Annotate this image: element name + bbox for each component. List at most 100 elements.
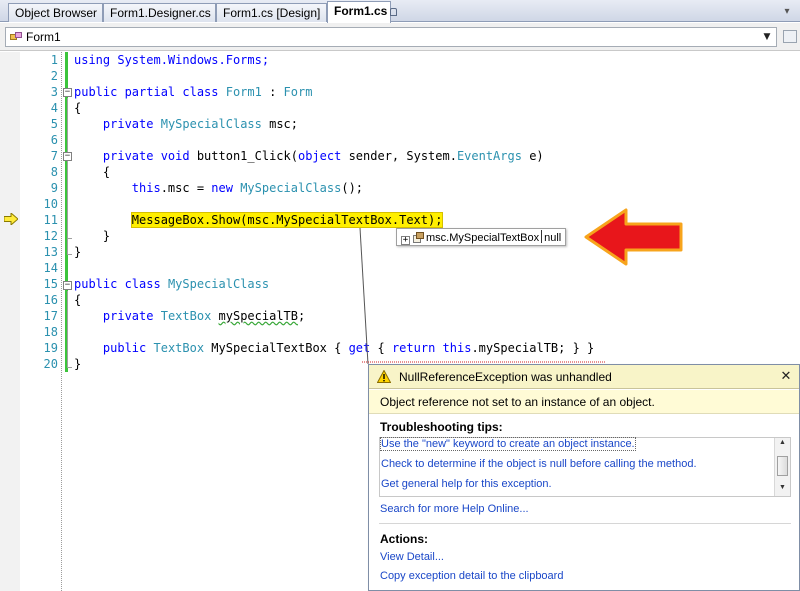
code-text: button1_Click(	[189, 149, 298, 163]
line-number: 9	[50, 181, 58, 195]
code-text: .mySpecialTB; } }	[471, 341, 595, 355]
code-line[interactable]: }	[74, 244, 81, 260]
view-detail-link[interactable]: View Detail...	[380, 551, 444, 563]
tab-form1-designer-cs[interactable]: Form1.Designer.cs	[103, 3, 216, 22]
close-icon[interactable]: ✕	[779, 368, 793, 384]
code-text: ();	[341, 181, 364, 195]
line-number: 19	[43, 341, 58, 355]
line-number: 7	[50, 149, 58, 163]
code-text: }	[74, 357, 82, 371]
divider	[379, 523, 791, 524]
split-window-icon[interactable]	[783, 30, 797, 43]
tip-link[interactable]: Get general help for this exception.	[381, 478, 552, 490]
tab-dropdown-icon[interactable]: ▾	[780, 5, 794, 18]
tip-link[interactable]: Use the "new" keyword to create an objec…	[380, 437, 636, 451]
code-type: Form	[283, 85, 313, 99]
code-keyword: private	[102, 309, 154, 323]
pin-icon[interactable]	[390, 8, 398, 16]
code-type: TextBox	[160, 309, 212, 323]
code-type: Form1	[225, 85, 262, 99]
line-number: 3	[50, 85, 58, 99]
code-text: {	[74, 101, 82, 115]
tab-object-browser[interactable]: Object Browser	[8, 3, 103, 22]
actions-heading: Actions:	[380, 532, 428, 546]
expand-icon[interactable]: +	[401, 236, 410, 245]
member-combo[interactable]: Form1 ▼	[5, 27, 777, 47]
line-number: 17	[43, 309, 58, 323]
troubleshooting-tips-list: Use the "new" keyword to create an objec…	[379, 437, 791, 497]
code-warning-text: mySpecialTB	[218, 309, 299, 323]
chevron-down-icon[interactable]: ▼	[760, 29, 774, 45]
code-text: .msc =	[160, 181, 212, 195]
class-icon	[10, 32, 22, 40]
code-text: {	[370, 341, 392, 355]
code-line[interactable]: public partial class Form1 : Form	[74, 84, 312, 100]
line-number: 5	[50, 117, 58, 131]
line-number: 11	[43, 213, 58, 227]
code-line[interactable]: private MySpecialClass msc;	[74, 116, 298, 132]
line-number: 15	[43, 277, 58, 291]
tab-form1-cs[interactable]: Form1.cs	[327, 1, 398, 23]
exception-assistant: NullReferenceException was unhandled ✕ O…	[368, 364, 800, 591]
scroll-thumb[interactable]	[777, 456, 788, 476]
current-statement-highlight: MessageBox.Show(msc.MySpecialTextBox.Tex…	[130, 212, 444, 228]
document-tab-strip: Object Browser Form1.Designer.cs Form1.c…	[0, 0, 800, 23]
line-number: 13	[43, 245, 58, 259]
code-text: }	[74, 245, 82, 259]
line-number: 4	[50, 101, 58, 115]
member-combo-value: Form1	[26, 30, 61, 44]
datatip[interactable]: + msc.MySpecialTextBox null	[396, 228, 567, 246]
code-keyword: return	[391, 341, 436, 355]
code-text: sender, System.	[341, 149, 457, 163]
line-number: 8	[50, 165, 58, 179]
warning-icon	[377, 370, 391, 383]
code-line[interactable]: {	[74, 100, 81, 116]
code-line[interactable]: public class MySpecialClass	[74, 276, 269, 292]
code-line[interactable]: private TextBox mySpecialTB;	[74, 308, 305, 324]
code-line[interactable]: {	[74, 292, 81, 308]
line-number: 12	[43, 229, 58, 243]
code-type: MySpecialClass	[240, 181, 342, 195]
tips-scrollbar[interactable]: ▲ ▼	[774, 438, 790, 496]
exception-header: NullReferenceException was unhandled ✕	[369, 365, 799, 389]
code-line[interactable]: }	[74, 228, 110, 244]
code-line[interactable]: using System.Windows.Forms;	[74, 52, 269, 68]
scroll-up-icon[interactable]: ▲	[777, 439, 788, 446]
tab-label: Form1.cs	[334, 4, 388, 18]
line-number: 20	[43, 357, 58, 371]
code-text: :	[261, 85, 284, 99]
code-line[interactable]: }	[74, 356, 81, 372]
code-keyword: get	[348, 341, 371, 355]
copy-exception-detail-link[interactable]: Copy exception detail to the clipboard	[380, 570, 563, 582]
code-type: MySpecialClass	[160, 117, 262, 131]
code-keyword: this	[442, 341, 472, 355]
property-icon	[413, 232, 424, 243]
code-text: {	[74, 293, 82, 307]
code-line[interactable]: private void button1_Click(object sender…	[74, 148, 544, 164]
code-line-current[interactable]: MessageBox.Show(msc.MySpecialTextBox.Tex…	[74, 212, 444, 228]
code-keyword: this	[131, 181, 161, 195]
code-text: {	[102, 165, 111, 179]
code-line[interactable]: {	[74, 164, 110, 180]
line-number: 18	[43, 325, 58, 339]
code-keyword: public	[102, 341, 147, 355]
tab-label: Form1.Designer.cs	[110, 6, 211, 20]
code-text: }	[102, 229, 111, 243]
troubleshooting-heading: Troubleshooting tips:	[380, 420, 503, 434]
datatip-value[interactable]: null	[544, 232, 561, 244]
code-text: ;	[298, 309, 306, 323]
tab-label: Object Browser	[15, 6, 98, 20]
line-number: 2	[50, 69, 58, 83]
code-text: MySpecialTextBox {	[204, 341, 349, 355]
datatip-separator	[541, 230, 543, 243]
scroll-down-icon[interactable]: ▼	[777, 484, 788, 491]
exception-message: Object reference not set to an instance …	[369, 390, 799, 414]
code-keyword: private	[102, 117, 154, 131]
code-text: e)	[521, 149, 544, 163]
code-line[interactable]: public TextBox MySpecialTextBox { get { …	[74, 340, 594, 356]
code-line[interactable]: this.msc = new MySpecialClass();	[74, 180, 363, 196]
tab-form1-cs-design[interactable]: Form1.cs [Design]	[216, 3, 327, 22]
tip-link[interactable]: Check to determine if the object is null…	[381, 458, 697, 470]
code-text: msc;	[261, 117, 298, 131]
search-help-online-link[interactable]: Search for more Help Online...	[380, 503, 529, 515]
